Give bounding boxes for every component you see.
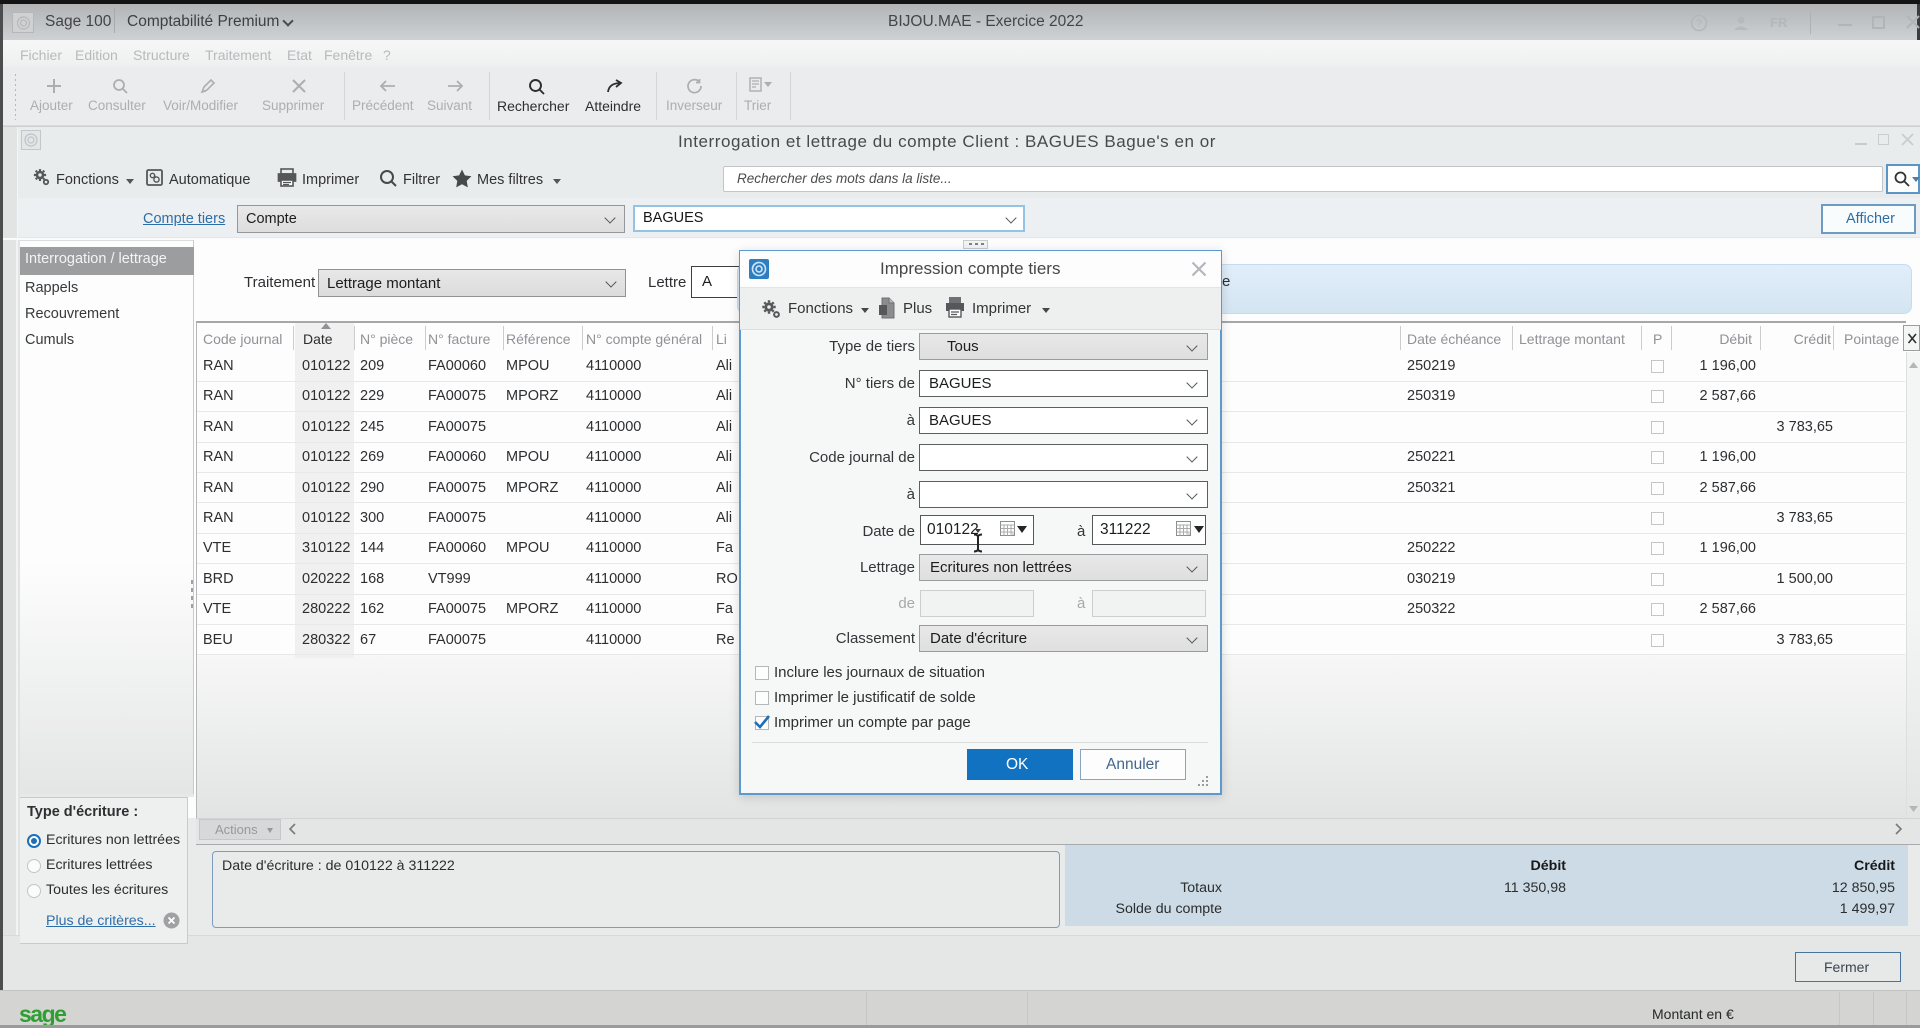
svg-text:?: ? bbox=[1696, 18, 1702, 30]
